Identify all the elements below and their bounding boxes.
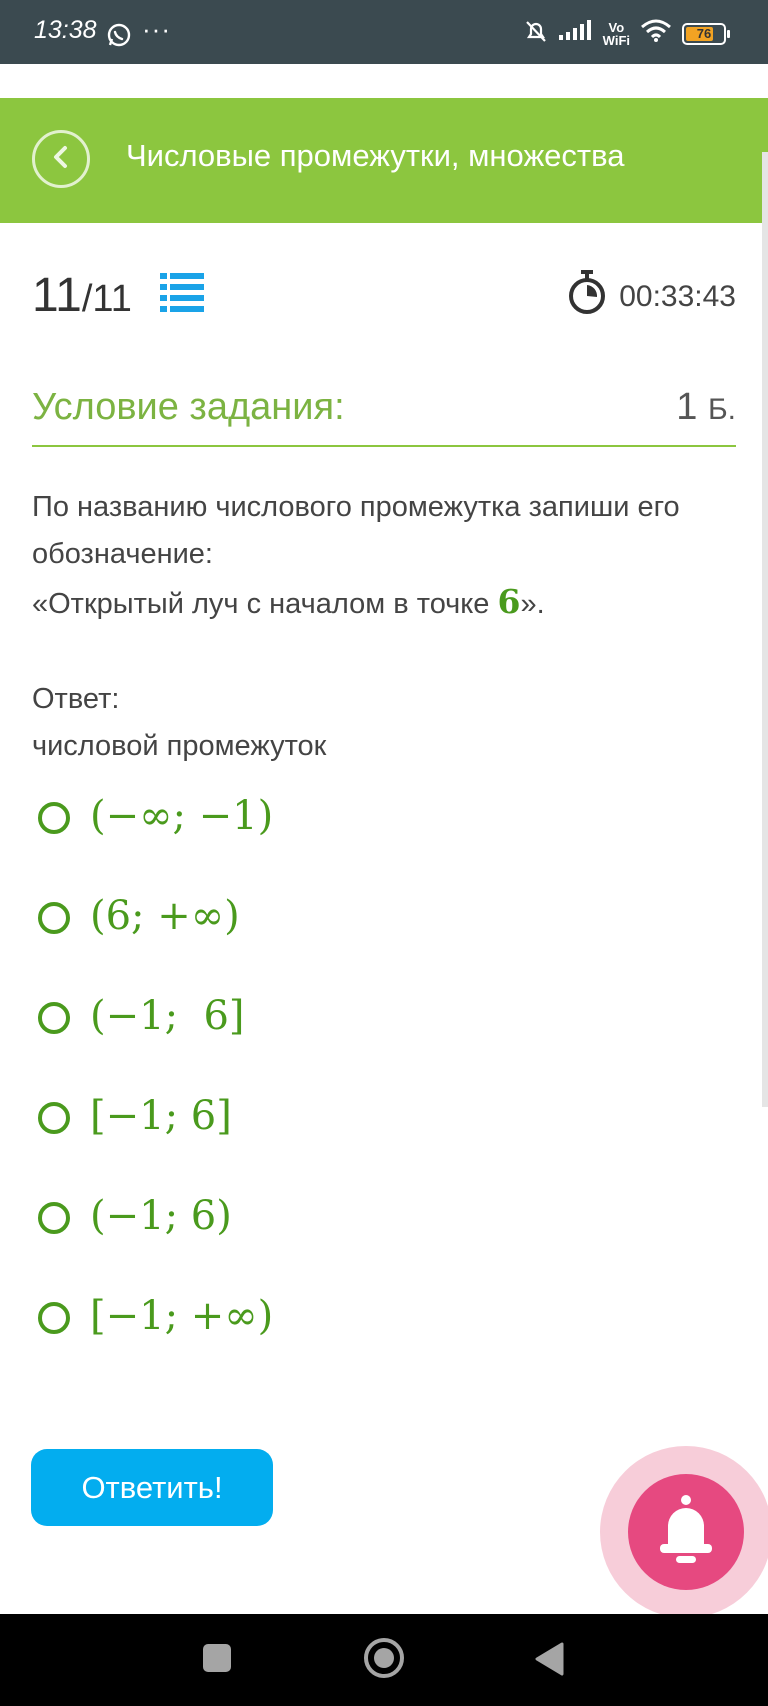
answer-label: Ответ: <box>32 683 120 715</box>
radio-button[interactable] <box>38 1102 70 1134</box>
answer-label-block: Ответ: числовой промежуток <box>32 676 326 770</box>
question-counter: 11 /11 <box>32 268 132 323</box>
stopwatch-icon <box>566 270 608 321</box>
whatsapp-icon <box>106 22 132 53</box>
back-nav-button[interactable] <box>534 1642 564 1681</box>
question-number: 6 <box>497 582 521 621</box>
divider <box>32 445 736 447</box>
radio-button[interactable] <box>38 1002 70 1034</box>
vowifi-indicator: Vo WiFi <box>603 21 630 47</box>
option-label: [−1; +∞) <box>90 1293 274 1339</box>
question-line2-end: ». <box>520 588 545 620</box>
option-label: (−∞; −1) <box>90 793 274 839</box>
vowifi-line2: WiFi <box>602 32 630 48</box>
header-bar: Числовые промежутки, множества <box>0 98 768 223</box>
list-icon[interactable] <box>160 272 204 317</box>
answer-option[interactable]: [−1; 6] <box>38 1088 688 1188</box>
current-question-number: 11 <box>32 269 82 322</box>
timer-value: 00:33:43 <box>619 280 736 313</box>
notification-button[interactable] <box>628 1474 744 1590</box>
points-value: 1 <box>676 386 698 428</box>
scrollbar[interactable] <box>762 152 768 1107</box>
status-bar: 13:38 ··· Vo WiFi 76 <box>0 0 768 64</box>
condition-title: Условие задания: <box>32 386 345 428</box>
radio-button[interactable] <box>38 802 70 834</box>
bell-icon <box>654 1494 718 1571</box>
question-text: По названию числового промежутка запиши … <box>32 484 742 628</box>
answer-option[interactable]: (−1; 6] <box>38 988 688 1088</box>
chevron-left-icon <box>47 143 75 176</box>
battery-percent: 76 <box>696 25 712 41</box>
submit-button[interactable]: Ответить! <box>31 1449 273 1526</box>
option-label: (6; +∞) <box>90 893 240 939</box>
page-title: Числовые промежутки, множества <box>126 138 625 173</box>
signal-icon <box>558 20 593 47</box>
radio-button[interactable] <box>38 1302 70 1334</box>
radio-button[interactable] <box>38 1202 70 1234</box>
answer-option[interactable]: (6; +∞) <box>38 888 688 988</box>
clock: 13:38 <box>34 16 97 44</box>
answer-option[interactable]: [−1; +∞) <box>38 1288 688 1388</box>
answer-options: (−∞; −1) (6; +∞) (−1; 6] [−1; 6] (−1; 6)… <box>38 788 688 1388</box>
radio-button[interactable] <box>38 902 70 934</box>
total-questions: /11 <box>81 278 132 320</box>
question-line1: По названию числового промежутка запиши … <box>32 491 680 570</box>
back-button[interactable] <box>32 130 90 188</box>
option-label: (−1; 6] <box>90 993 245 1039</box>
question-line2-start: «Открытый луч с началом в точке <box>32 588 498 620</box>
system-nav-bar <box>0 1614 768 1706</box>
recents-button[interactable] <box>203 1644 231 1672</box>
answer-option[interactable]: (−1; 6) <box>38 1188 688 1288</box>
home-button[interactable] <box>362 1636 406 1685</box>
mute-bell-icon <box>523 18 549 49</box>
answer-option[interactable]: (−∞; −1) <box>38 788 688 888</box>
wifi-icon <box>640 19 672 48</box>
points-unit: Б. <box>707 393 736 426</box>
option-label: [−1; 6] <box>90 1093 232 1139</box>
answer-sublabel: числовой промежуток <box>32 730 327 762</box>
more-notifications: ··· <box>142 14 171 44</box>
condition-points: 1 Б. <box>676 386 736 429</box>
battery-icon: 76 <box>682 22 730 45</box>
option-label: (−1; 6) <box>90 1193 232 1239</box>
